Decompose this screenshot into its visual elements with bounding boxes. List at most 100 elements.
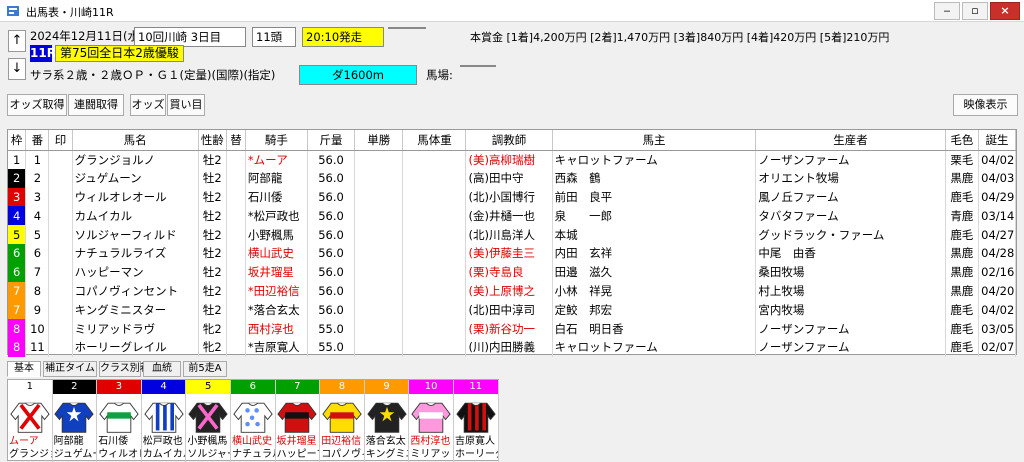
body-weight-cell: [402, 206, 467, 226]
table-row[interactable]: 8 10 ミリアッドラヴ 牝2 西村淳也 55.0 (栗)新谷功一 白石 明日香 ノーザンファー…: [8, 319, 1016, 338]
silk-horse-name: グランジョルノ: [9, 449, 52, 460]
table-row[interactable]: 4 4 カムイカル 牡2 *松戸政也 56.0 (金)井樋一也泉 一郎 タバタファーム 青鹿 03…: [8, 206, 1016, 226]
body-weight-cell: [402, 243, 467, 263]
breeder-cell: 桑田牧場: [755, 262, 946, 282]
table-row[interactable]: 2 2 ジュゲムーン 牡2 阿部龍 56.0 (高)田中守 西森 鶴オリエント牧場 黒鹿 04/0…: [8, 168, 1016, 188]
table-row[interactable]: 6 7 ハッピーマン 牡2 坂井瑠星 56.0 (栗)寺島良 田邉 滋久 桑田牧場 黒鹿 02/16: [8, 262, 1016, 282]
column-header[interactable]: 単勝: [354, 130, 404, 151]
tab-class-results[interactable]: クラス別着: [99, 361, 150, 377]
mark-cell: [48, 281, 73, 301]
table-row[interactable]: 1 1 グランジョルノ 牡2 *ムーア 56.0 (美)高柳瑞樹 キャロットファーム ノーザンフ…: [8, 150, 1016, 169]
table-row[interactable]: 7 8 コパノヴィンセント 牡2 *田辺裕信 56.0 (美)上原博之 小林 祥晃 村上牧場 黒鹿…: [8, 281, 1016, 301]
birth-cell: 04/29: [978, 187, 1016, 207]
column-header[interactable]: 誕生: [978, 130, 1016, 151]
silk-card[interactable]: 1 ムーアグランジョルノ: [8, 380, 53, 462]
column-header[interactable]: 毛色: [945, 130, 980, 151]
breeder-cell: ノーザンファーム: [755, 319, 946, 338]
silk-horse-name: ジュゲムーン: [53, 449, 97, 460]
silk-white-green-icon: [97, 395, 141, 435]
silk-number: 9: [364, 380, 409, 394]
column-header[interactable]: 性齢: [198, 130, 228, 151]
mark-cell: [48, 187, 73, 207]
maximize-button[interactable]: ▫: [962, 2, 988, 20]
birth-cell: 04/02: [978, 300, 1016, 320]
tab-pedigree[interactable]: 血統: [143, 361, 181, 377]
column-header[interactable]: 馬体重: [402, 130, 467, 151]
silk-horse-name: キングミニスター: [365, 449, 409, 460]
tab-last5[interactable]: 前5走A: [183, 361, 227, 377]
sex-age-cell: 牡2: [198, 281, 228, 301]
silk-horse-name: コパノヴィンセント: [321, 449, 364, 460]
table-row[interactable]: 7 9 キングミニスター 牡2 *落合玄太 56.0 (北)田中淳司 定鮫 邦宏 宮内牧場 鹿毛 0…: [8, 300, 1016, 320]
column-header[interactable]: 斤量: [307, 130, 356, 151]
table-row[interactable]: 3 3 ウィルオレオール 牡2 石川倭 56.0 (北)小国博行 前田 良平 風ノ丘ファーム 鹿毛…: [8, 187, 1016, 207]
silk-card[interactable]: 8 田辺裕信コパノヴィンセント: [320, 380, 365, 462]
prize-text: 本賞金 [1着]4,200万円 [2着]1,470万円 [3着]840万円 [4…: [470, 31, 890, 44]
silk-jockey: 落合玄太: [365, 436, 406, 447]
win-odds-cell: [354, 319, 404, 338]
waku-cell: 4: [8, 206, 27, 226]
silk-card[interactable]: 2 阿部龍ジュゲムーン: [52, 380, 98, 462]
next-race-arrow-icon[interactable]: ↓: [8, 58, 26, 80]
column-header[interactable]: 調教師: [465, 130, 553, 151]
table-row[interactable]: 5 5 ソルジャーフィルド 牡2 小野楓馬 56.0 (北)川島洋人 本城 グッドラック・ファー…: [8, 225, 1016, 244]
minimize-button[interactable]: ‒: [934, 2, 960, 20]
buy-button[interactable]: 買い目: [167, 94, 205, 116]
breeder-cell: 風ノ丘ファーム: [755, 187, 946, 207]
table-row[interactable]: 6 6 ナチュラルライズ 牡2 横山武史 56.0 (美)伊藤圭三 内田 玄祥 中尾 由香 黒鹿 0…: [8, 243, 1016, 263]
column-header[interactable]: 馬名: [72, 130, 199, 151]
silk-card[interactable]: 7 坂井瑠星ハッピーマン: [275, 380, 321, 462]
post-time-field: 20:10発走: [302, 27, 384, 47]
column-header[interactable]: 騎手: [245, 130, 308, 151]
silk-jockey: ムーア: [9, 436, 39, 447]
tab-basic[interactable]: 基本: [7, 361, 41, 377]
column-header[interactable]: 印: [48, 130, 73, 151]
number-cell: 6: [25, 243, 50, 263]
number-cell: 7: [25, 262, 50, 282]
column-header[interactable]: 馬主: [552, 130, 757, 151]
breeder-cell: オリエント牧場: [755, 168, 946, 188]
column-header[interactable]: 生産者: [755, 130, 946, 151]
silk-card[interactable]: 5 小野楓馬ソルジャーフィルド: [186, 380, 231, 462]
renpuku-fetch-button[interactable]: 連闘取得: [68, 94, 124, 116]
column-header[interactable]: 枠: [8, 130, 27, 151]
silk-card[interactable]: 4 松戸政也カムイカル: [141, 380, 187, 462]
odds-fetch-button[interactable]: オッズ取得: [7, 94, 67, 116]
silk-yellow-red-icon: [320, 395, 364, 435]
silk-card[interactable]: 6 横山武史ナチュラルライズ: [231, 380, 276, 462]
video-button[interactable]: 映像表示: [953, 94, 1018, 116]
win-odds-cell: [354, 337, 404, 357]
waku-cell: 7: [8, 300, 27, 320]
horse-name-cell: ハッピーマン: [72, 262, 199, 282]
silk-card[interactable]: 10 西村淳也ミリアッドラヴ: [409, 380, 454, 462]
silk-white-blue-dots-icon: [231, 395, 275, 435]
mark-cell: [48, 300, 73, 320]
coat-color-cell: 鹿毛: [945, 337, 980, 357]
coat-color-cell: 鹿毛: [945, 319, 980, 338]
body-weight-cell: [402, 300, 467, 320]
odds-button[interactable]: オッズ: [130, 94, 166, 116]
silk-number: 3: [97, 380, 141, 394]
silk-jockey: 吉原寛人: [455, 436, 495, 447]
column-header[interactable]: 替: [226, 130, 246, 151]
tab-corrected-time[interactable]: 補正タイム: [43, 361, 97, 377]
horse-name-cell: ソルジャーフィルド: [72, 225, 199, 244]
breeder-cell: タバタファーム: [755, 206, 946, 226]
column-header[interactable]: 番: [25, 130, 50, 151]
breeder-cell: 宮内牧場: [755, 300, 946, 320]
silks-panel: 1 ムーアグランジョルノ2 阿部龍ジュゲムーン3 石川倭ウィルオレオール4 松戸…: [7, 379, 499, 462]
number-cell: 1: [25, 150, 50, 169]
horse-name-cell: コパノヴィンセント: [72, 281, 199, 301]
table-row[interactable]: 8 11 ホーリーグレイル 牝2 *吉原寛人 55.0 (川)内田勝義 キャロットファーム ノー…: [8, 337, 1016, 357]
prev-race-arrow-icon[interactable]: ↑: [8, 30, 26, 52]
change-cell: [226, 150, 246, 169]
jockey-cell: *吉原寛人: [245, 337, 308, 357]
close-button[interactable]: ×: [990, 2, 1020, 20]
number-cell: 9: [25, 300, 50, 320]
mark-cell: [48, 243, 73, 263]
coat-color-cell: 青鹿: [945, 206, 980, 226]
silk-card[interactable]: 3 石川倭ウィルオレオール: [97, 380, 142, 462]
silk-card[interactable]: 9 落合玄太キングミニスター: [364, 380, 410, 462]
weight-cell: 56.0: [307, 225, 356, 244]
silk-card[interactable]: 11 吉原寛人ホーリーグレイル: [454, 380, 499, 462]
